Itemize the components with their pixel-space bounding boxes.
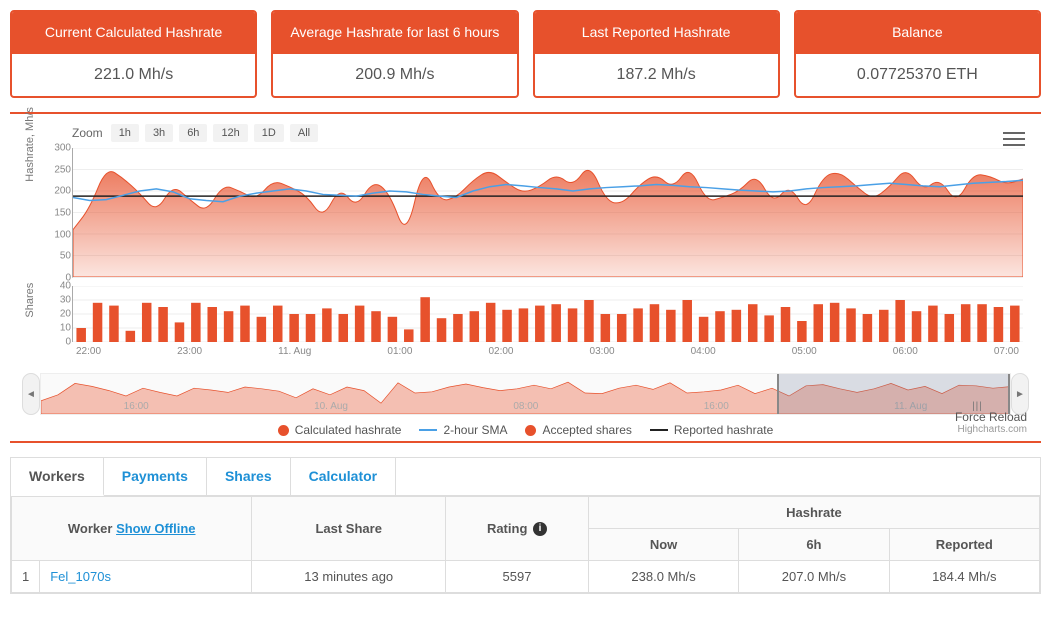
stat-header: Balance bbox=[796, 12, 1039, 54]
zoom-1d-button[interactable]: 1D bbox=[254, 124, 284, 142]
legend-accepted-shares[interactable]: Accepted shares bbox=[525, 423, 631, 437]
highcharts-credits[interactable]: Highcharts.com bbox=[955, 424, 1027, 435]
col-6h: 6h bbox=[739, 529, 889, 561]
tabs-header: Workers Payments Shares Calculator bbox=[11, 458, 1040, 496]
legend-label: 2-hour SMA bbox=[443, 423, 507, 437]
stat-current-hashrate: Current Calculated Hashrate 221.0 Mh/s bbox=[10, 10, 257, 98]
zoom-1h-button[interactable]: 1h bbox=[111, 124, 139, 142]
stat-header: Current Calculated Hashrate bbox=[12, 12, 255, 54]
legend-reported-hashrate[interactable]: Reported hashrate bbox=[650, 423, 773, 437]
reported-cell: 184.4 Mh/s bbox=[889, 561, 1039, 593]
force-reload-link[interactable]: Force Reload bbox=[955, 410, 1027, 424]
chart-menu-icon[interactable] bbox=[1003, 128, 1025, 146]
shares-chart[interactable]: Shares 010203040 22:0023:0011. Aug01:000… bbox=[72, 286, 1023, 357]
legend-line-icon bbox=[650, 429, 668, 431]
zoom-6h-button[interactable]: 6h bbox=[179, 124, 207, 142]
chart-legend: Calculated hashrate 2-hour SMA Accepted … bbox=[22, 423, 1029, 437]
navigator-left-arrow-icon[interactable]: ◄ bbox=[22, 373, 40, 415]
last-share-cell: 13 minutes ago bbox=[252, 561, 446, 593]
yaxis-label-hashrate: Hashrate, Mh/s bbox=[24, 107, 36, 182]
chart-footer-links: Force Reload Highcharts.com bbox=[955, 410, 1027, 435]
legend-label: Calculated hashrate bbox=[295, 423, 402, 437]
rating-cell: 5597 bbox=[446, 561, 589, 593]
stat-header: Average Hashrate for last 6 hours bbox=[273, 12, 516, 54]
show-offline-link[interactable]: Show Offline bbox=[116, 521, 195, 536]
col-reported: Reported bbox=[889, 529, 1039, 561]
tab-workers[interactable]: Workers bbox=[11, 458, 104, 496]
navigator-selection[interactable]: ||| bbox=[777, 374, 1010, 414]
stat-value: 200.9 Mh/s bbox=[273, 54, 516, 96]
stat-value: 221.0 Mh/s bbox=[12, 54, 255, 96]
zoom-controls: Zoom 1h 3h 6h 12h 1D All bbox=[72, 124, 1029, 142]
legend-line-icon bbox=[419, 429, 437, 431]
stat-value: 0.07725370 ETH bbox=[796, 54, 1039, 96]
chart-panel: Zoom 1h 3h 6h 12h 1D All Hashrate, Mh/s … bbox=[10, 112, 1041, 443]
hashrate-chart[interactable]: Hashrate, Mh/s 050100150200250300 bbox=[72, 148, 1023, 278]
col-last-share: Last Share bbox=[252, 497, 446, 561]
info-icon[interactable]: i bbox=[533, 522, 547, 536]
tab-shares[interactable]: Shares bbox=[207, 458, 291, 495]
now-cell: 238.0 Mh/s bbox=[588, 561, 738, 593]
navigator-right-arrow-icon[interactable]: ► bbox=[1011, 373, 1029, 415]
legend-dot-icon bbox=[278, 425, 289, 436]
col-worker: Worker Show Offline bbox=[12, 497, 252, 561]
stats-row: Current Calculated Hashrate 221.0 Mh/s A… bbox=[10, 10, 1041, 98]
stat-reported-hashrate: Last Reported Hashrate 187.2 Mh/s bbox=[533, 10, 780, 98]
zoom-label: Zoom bbox=[72, 126, 103, 140]
worker-name-cell: Fel_1070s bbox=[40, 561, 252, 593]
h6-cell: 207.0 Mh/s bbox=[739, 561, 889, 593]
yaxis-label-shares: Shares bbox=[24, 282, 36, 317]
zoom-12h-button[interactable]: 12h bbox=[213, 124, 247, 142]
legend-label: Accepted shares bbox=[542, 423, 631, 437]
table-row: 1 Fel_1070s 13 minutes ago5597238.0 Mh/s20… bbox=[12, 561, 1040, 593]
row-index: 1 bbox=[12, 561, 40, 593]
chart-navigator[interactable]: ◄ 16:0010. Aug08:0016:0011. Aug ||| ► bbox=[22, 373, 1029, 415]
xaxis-ticks: 22:0023:0011. Aug01:0002:0003:0004:0005:… bbox=[72, 346, 1023, 357]
col-group-hashrate: Hashrate bbox=[588, 497, 1039, 529]
tab-payments[interactable]: Payments bbox=[104, 458, 207, 495]
stat-balance: Balance 0.07725370 ETH bbox=[794, 10, 1041, 98]
stat-value: 187.2 Mh/s bbox=[535, 54, 778, 96]
worker-link[interactable]: Fel_1070s bbox=[50, 569, 111, 584]
tabs-panel: Workers Payments Shares Calculator Worke… bbox=[10, 457, 1041, 594]
stat-avg-hashrate: Average Hashrate for last 6 hours 200.9 … bbox=[271, 10, 518, 98]
legend-2h-sma[interactable]: 2-hour SMA bbox=[419, 423, 507, 437]
col-now: Now bbox=[588, 529, 738, 561]
legend-label: Reported hashrate bbox=[674, 423, 773, 437]
zoom-all-button[interactable]: All bbox=[290, 124, 318, 142]
legend-calculated-hashrate[interactable]: Calculated hashrate bbox=[278, 423, 402, 437]
tab-calculator[interactable]: Calculator bbox=[291, 458, 396, 495]
col-rating: Rating i bbox=[446, 497, 589, 561]
stat-header: Last Reported Hashrate bbox=[535, 12, 778, 54]
workers-table: Worker Show Offline Last Share Rating i … bbox=[11, 496, 1040, 593]
legend-dot-icon bbox=[525, 425, 536, 436]
zoom-3h-button[interactable]: 3h bbox=[145, 124, 173, 142]
